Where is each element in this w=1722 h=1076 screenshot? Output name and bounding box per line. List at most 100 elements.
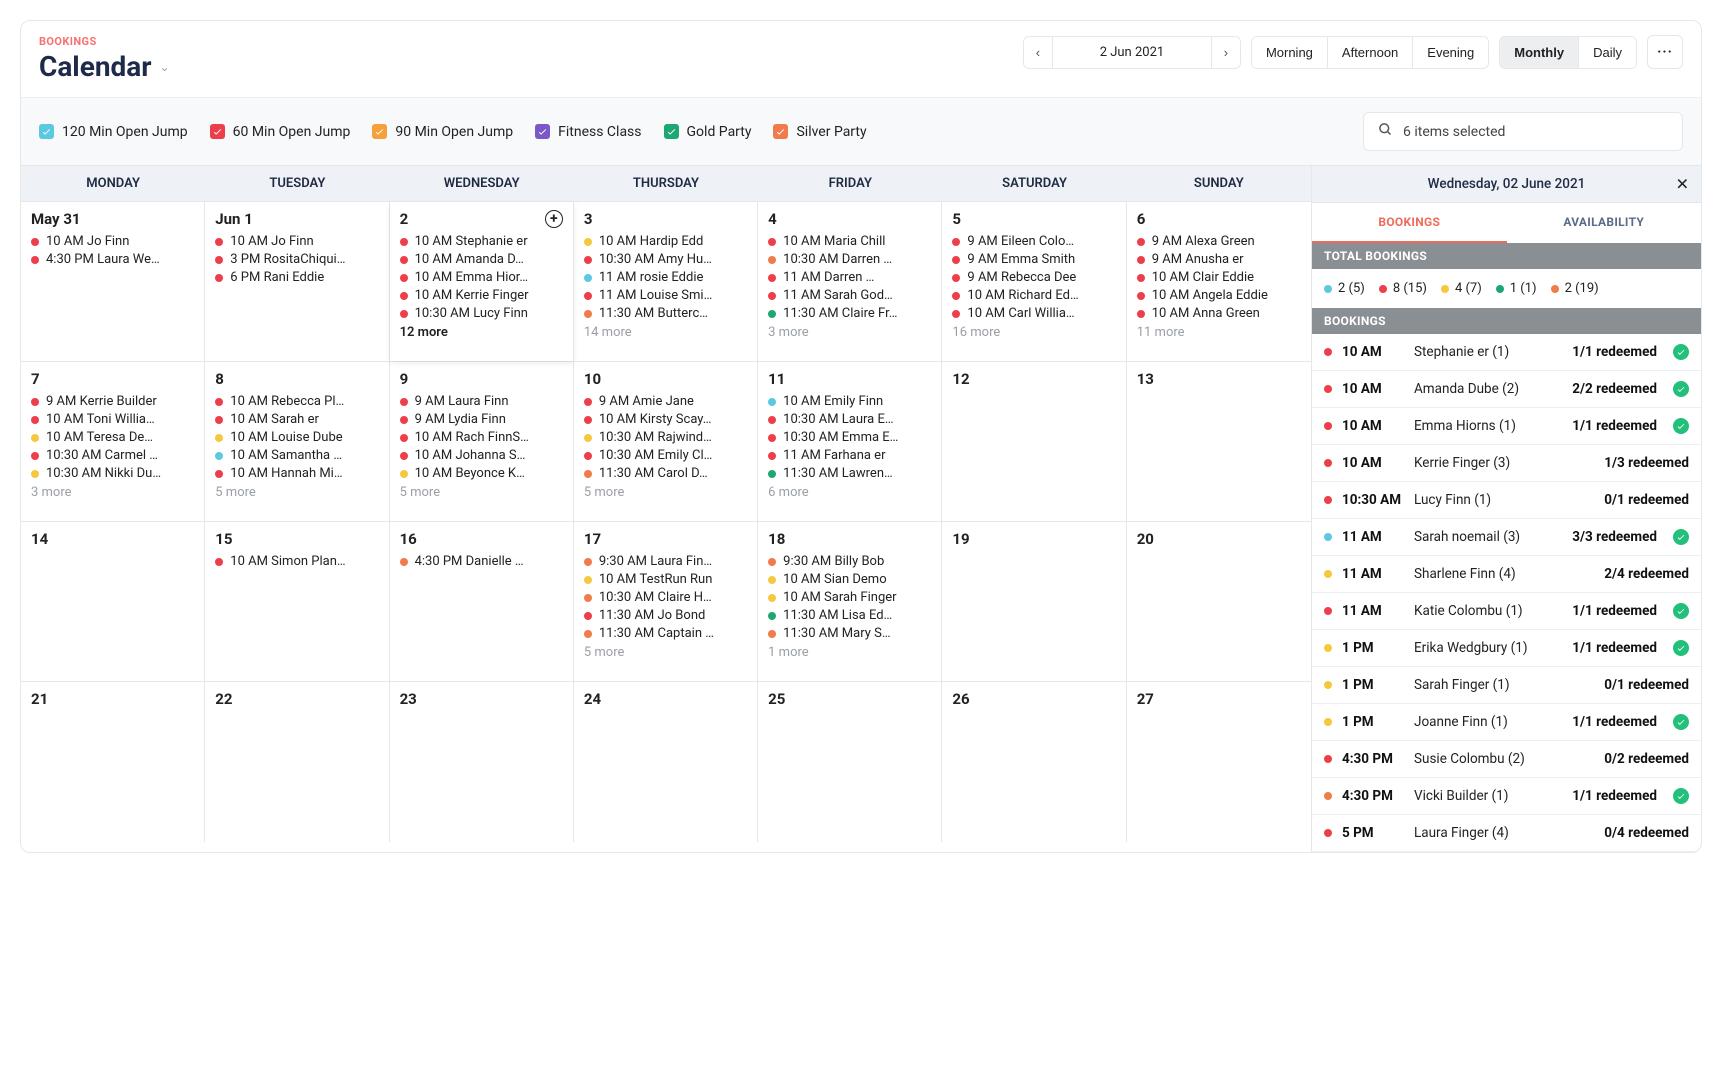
booking-row[interactable]: 1 PMSarah Finger (1)0/1 redeemed <box>1312 667 1701 704</box>
event-item[interactable]: 10 AM Johanna S… <box>400 448 563 463</box>
event-item[interactable]: 10 AM Richard Ed… <box>952 288 1115 303</box>
day-cell[interactable]: 810 AM Rebecca Pl…10 AM Sarah er10 AM Lo… <box>205 362 389 521</box>
event-item[interactable]: 11:30 AM Lawren… <box>768 466 931 481</box>
booking-row[interactable]: 1 PMErika Wedgbury (1)1/1 redeemed <box>1312 630 1701 667</box>
more-events[interactable]: 14 more <box>584 325 747 340</box>
event-item[interactable]: 10 AM Anna Green <box>1137 306 1301 321</box>
day-cell[interactable]: 79 AM Kerrie Builder10 AM Toni Willia…10… <box>21 362 205 521</box>
event-item[interactable]: 10 AM Kirsty Scay… <box>584 412 747 427</box>
event-item[interactable]: 9:30 AM Billy Bob <box>768 554 931 569</box>
event-item[interactable]: 10 AM Sian Demo <box>768 572 931 587</box>
day-cell[interactable]: 12 <box>942 362 1126 521</box>
event-item[interactable]: 10 AM Kerrie Finger <box>400 288 563 303</box>
legend-search[interactable]: 6 items selected <box>1363 112 1683 151</box>
more-events[interactable]: 5 more <box>584 645 747 660</box>
day-cell[interactable]: 19 <box>942 522 1126 681</box>
event-item[interactable]: 11:30 AM Captain … <box>584 626 747 641</box>
event-item[interactable]: 10 AM Teresa De… <box>31 430 194 445</box>
event-item[interactable]: 9 AM Lydia Finn <box>400 412 563 427</box>
more-events[interactable]: 3 more <box>768 325 931 340</box>
day-cell[interactable]: 13 <box>1127 362 1311 521</box>
booking-row[interactable]: 10 AMAmanda Dube (2)2/2 redeemed <box>1312 371 1701 408</box>
event-item[interactable]: 9 AM Eileen Colo… <box>952 234 1115 249</box>
event-item[interactable]: 10 AM Carl Willia… <box>952 306 1115 321</box>
more-events[interactable]: 5 more <box>584 485 747 500</box>
next-date-button[interactable]: › <box>1212 37 1240 68</box>
tod-morning[interactable]: Morning <box>1252 37 1328 68</box>
booking-row[interactable]: 11 AMKatie Colombu (1)1/1 redeemed <box>1312 593 1701 630</box>
tod-afternoon[interactable]: Afternoon <box>1328 37 1413 68</box>
booking-row[interactable]: 10 AMKerrie Finger (3)1/3 redeemed <box>1312 445 1701 482</box>
legend-item[interactable]: Fitness Class <box>535 124 641 140</box>
event-item[interactable]: 10 AM Jo Finn <box>31 234 194 249</box>
legend-item[interactable]: 120 Min Open Jump <box>39 124 188 140</box>
day-cell[interactable]: 27 <box>1127 682 1311 842</box>
event-item[interactable]: 11:30 AM Lisa Ed… <box>768 608 931 623</box>
day-cell[interactable]: 59 AM Eileen Colo…9 AM Emma Smith9 AM Re… <box>942 202 1126 361</box>
event-item[interactable]: 9:30 AM Laura Fin… <box>584 554 747 569</box>
booking-row[interactable]: 10 AMEmma Hiorns (1)1/1 redeemed <box>1312 408 1701 445</box>
event-item[interactable]: 10 AM Maria Chill <box>768 234 931 249</box>
day-cell[interactable]: 189:30 AM Billy Bob10 AM Sian Demo10 AM … <box>758 522 942 681</box>
day-cell[interactable]: 69 AM Alexa Green9 AM Anusha er10 AM Cla… <box>1127 202 1311 361</box>
booking-row[interactable]: 4:30 PMSusie Colombu (2)0/2 redeemed <box>1312 741 1701 778</box>
event-item[interactable]: 11 AM Farhana er <box>768 448 931 463</box>
day-cell[interactable]: May 3110 AM Jo Finn4:30 PM Laura We… <box>21 202 205 361</box>
day-cell[interactable]: 1510 AM Simon Plan… <box>205 522 389 681</box>
event-item[interactable]: 10 AM Emma Hior… <box>400 270 563 285</box>
day-cell[interactable]: 410 AM Maria Chill10:30 AM Darren …11 AM… <box>758 202 942 361</box>
event-item[interactable]: 10:30 AM Darren … <box>768 252 931 267</box>
day-cell[interactable]: 21 <box>21 682 205 842</box>
event-item[interactable]: 10:30 AM Emily Cl… <box>584 448 747 463</box>
day-cell[interactable]: 14 <box>21 522 205 681</box>
more-events[interactable]: 3 more <box>31 485 194 500</box>
day-cell[interactable]: 179:30 AM Laura Fin…10 AM TestRun Run10:… <box>574 522 758 681</box>
event-item[interactable]: 3 PM RositaChiqui… <box>215 252 378 267</box>
event-item[interactable]: 10:30 AM Claire H… <box>584 590 747 605</box>
event-item[interactable]: 10 AM Rebecca Pl… <box>215 394 378 409</box>
view-monthly[interactable]: Monthly <box>1500 37 1579 68</box>
booking-row[interactable]: 10 AMStephanie er (1)1/1 redeemed <box>1312 334 1701 371</box>
event-item[interactable]: 10 AM Hardip Edd <box>584 234 747 249</box>
day-cell[interactable]: 24 <box>574 682 758 842</box>
event-item[interactable]: 6 PM Rani Eddie <box>215 270 378 285</box>
more-events[interactable]: 1 more <box>768 645 931 660</box>
legend-item[interactable]: 90 Min Open Jump <box>372 124 513 140</box>
close-icon[interactable]: ✕ <box>1676 175 1689 194</box>
event-item[interactable]: 10:30 AM Nikki Du… <box>31 466 194 481</box>
event-item[interactable]: 10 AM Amanda D… <box>400 252 563 267</box>
event-item[interactable]: 10:30 AM Rajwind… <box>584 430 747 445</box>
prev-date-button[interactable]: ‹ <box>1024 37 1052 68</box>
booking-row[interactable]: 10:30 AMLucy Finn (1)0/1 redeemed <box>1312 482 1701 519</box>
event-item[interactable]: 4:30 PM Danielle … <box>400 554 563 569</box>
more-events[interactable]: 16 more <box>952 325 1115 340</box>
day-cell[interactable]: 20 <box>1127 522 1311 681</box>
add-event-button[interactable]: + <box>545 210 563 228</box>
day-cell[interactable]: 22 <box>205 682 389 842</box>
day-cell[interactable]: 26 <box>942 682 1126 842</box>
more-events[interactable]: 11 more <box>1137 325 1301 340</box>
event-item[interactable]: 4:30 PM Laura We… <box>31 252 194 267</box>
event-item[interactable]: 11:30 AM Butterc… <box>584 306 747 321</box>
calendar-dropdown[interactable]: ⌄ <box>160 60 170 74</box>
event-item[interactable]: 10:30 AM Carmel … <box>31 448 194 463</box>
event-item[interactable]: 10 AM Sarah er <box>215 412 378 427</box>
day-cell[interactable]: 2+10 AM Stephanie er10 AM Amanda D…10 AM… <box>390 202 574 361</box>
event-item[interactable]: 9 AM Laura Finn <box>400 394 563 409</box>
event-item[interactable]: 9 AM Amie Jane <box>584 394 747 409</box>
event-item[interactable]: 10 AM TestRun Run <box>584 572 747 587</box>
day-cell[interactable]: 310 AM Hardip Edd10:30 AM Amy Hu…11 AM r… <box>574 202 758 361</box>
event-item[interactable]: 9 AM Rebecca Dee <box>952 270 1115 285</box>
day-cell[interactable]: 109 AM Amie Jane10 AM Kirsty Scay…10:30 … <box>574 362 758 521</box>
event-item[interactable]: 11 AM Sarah God… <box>768 288 931 303</box>
day-cell[interactable]: Jun 110 AM Jo Finn3 PM RositaChiqui…6 PM… <box>205 202 389 361</box>
booking-row[interactable]: 5 PMLaura Finger (4)0/4 redeemed <box>1312 815 1701 852</box>
tab-availability[interactable]: AVAILABILITY <box>1507 203 1702 243</box>
event-item[interactable]: 10 AM Rach FinnS… <box>400 430 563 445</box>
view-daily[interactable]: Daily <box>1579 37 1636 68</box>
event-item[interactable]: 10 AM Clair Eddie <box>1137 270 1301 285</box>
more-events[interactable]: 12 more <box>400 325 563 340</box>
event-item[interactable]: 9 AM Anusha er <box>1137 252 1301 267</box>
event-item[interactable]: 10 AM Jo Finn <box>215 234 378 249</box>
tab-bookings[interactable]: BOOKINGS <box>1312 203 1507 243</box>
